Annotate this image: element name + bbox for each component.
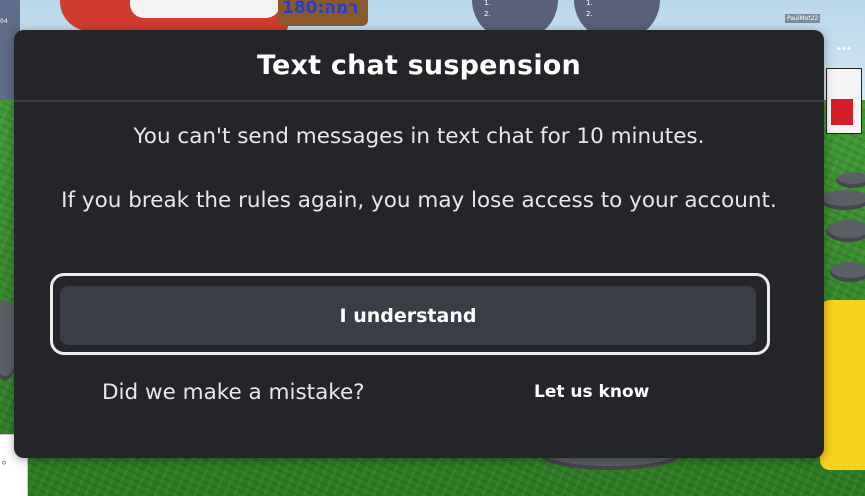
side-panel-icon: ° bbox=[1, 459, 7, 473]
dialog-title: Text chat suspension bbox=[257, 50, 581, 81]
leaderboard-rank: 1. bbox=[484, 0, 491, 7]
background-yellow-block bbox=[820, 300, 865, 470]
background-white-block bbox=[130, 0, 280, 18]
background-rock bbox=[830, 262, 865, 282]
background-sign-text: 180:רמה bbox=[282, 0, 359, 18]
side-number: 04 bbox=[0, 18, 8, 25]
understand-button[interactable]: I understand bbox=[60, 286, 756, 345]
more-dots-icon[interactable]: ••• bbox=[836, 44, 852, 55]
player-name-tag: PaulMot22 bbox=[785, 14, 821, 23]
title-divider bbox=[14, 100, 824, 102]
leaderboard-rank: 2. bbox=[586, 10, 593, 18]
mistake-question: Did we make a mistake? bbox=[102, 380, 365, 405]
text-chat-suspension-dialog: Text chat suspension You can't send mess… bbox=[14, 30, 824, 458]
leaderboard-rank: 1. bbox=[586, 0, 593, 7]
understand-button-focus-ring: I understand bbox=[50, 273, 770, 355]
let-us-know-link[interactable]: Let us know bbox=[534, 382, 649, 402]
suspension-message: You can't send messages in text chat for… bbox=[133, 124, 705, 149]
background-character bbox=[826, 68, 862, 134]
leaderboard-rank: 2. bbox=[484, 10, 491, 18]
warning-message: If you break the rules again, you may lo… bbox=[61, 188, 777, 213]
background-rock bbox=[836, 172, 865, 188]
background-rock bbox=[826, 220, 865, 242]
background-rock bbox=[820, 190, 865, 210]
